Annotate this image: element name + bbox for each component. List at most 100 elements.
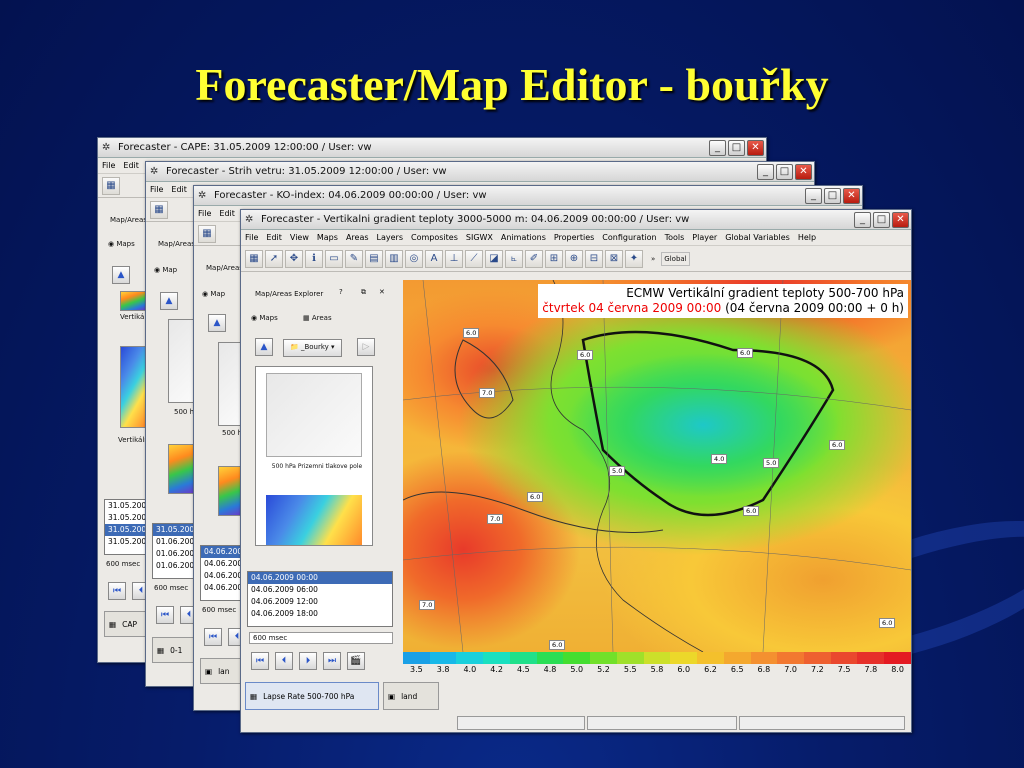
minimize-button[interactable]: _ [854, 212, 871, 228]
map-thumbnail[interactable] [168, 444, 194, 494]
menu-sigwx[interactable]: SIGWX [466, 233, 493, 242]
first-frame-icon[interactable]: ⏮ [204, 628, 222, 646]
tab-maps[interactable]: ◉ Maps [251, 314, 278, 322]
list-item[interactable]: 04.06.2009 12:00 [248, 596, 392, 608]
first-frame-icon[interactable]: ⏮ [156, 606, 174, 624]
tab-maps[interactable]: ◉ Map [202, 290, 225, 298]
list-item[interactable]: 04.06.2009 [201, 558, 245, 570]
status-layer[interactable]: ▣ lan [200, 658, 244, 684]
brush-icon[interactable]: ✐ [525, 249, 543, 268]
map-tool-icon[interactable]: ▦ [245, 249, 263, 268]
list-item[interactable]: 04.06.2009 [201, 582, 245, 594]
up-button[interactable]: ▲ [160, 292, 178, 310]
float-icon[interactable]: ⧉ [361, 288, 366, 297]
menu-maps[interactable]: Maps [317, 233, 338, 242]
map-thumbnail[interactable] [120, 291, 146, 311]
pen-icon[interactable]: ✎ [345, 249, 363, 268]
close-button[interactable]: ✕ [795, 164, 812, 180]
list-item[interactable]: 04.06.2009 [201, 546, 245, 558]
map-tool-icon[interactable]: ▦ [150, 200, 168, 219]
camera-icon[interactable]: 🎬 [347, 652, 365, 670]
map-thumbnail[interactable] [266, 373, 362, 457]
menu-animations[interactable]: Animations [501, 233, 546, 242]
maximize-button[interactable]: □ [728, 140, 745, 156]
compass-icon[interactable]: ✦ [625, 249, 643, 268]
list-item[interactable]: 04.06.2009 18:00 [248, 608, 392, 620]
status-layer-lapse-rate[interactable]: ▦ Lapse Rate 500-700 hPa [245, 682, 379, 710]
menu-layers[interactable]: Layers [377, 233, 403, 242]
menu-view[interactable]: View [290, 233, 309, 242]
up-button[interactable]: ▲ [255, 338, 273, 356]
maximize-button[interactable]: □ [776, 164, 793, 180]
eraser-icon[interactable]: ◪ [485, 249, 503, 268]
list-item[interactable]: 31.05.2009 [105, 536, 149, 548]
graph-icon[interactable]: ⦜ [505, 249, 523, 268]
tab-maps[interactable]: ◉ Maps [108, 240, 135, 248]
window-titlebar[interactable]: ✲ Forecaster - Strih vetru: 31.05.2009 12… [146, 162, 814, 182]
layer-add-icon[interactable]: ⊕ [565, 249, 583, 268]
menu-edit[interactable]: Edit [123, 161, 139, 170]
menu-file[interactable]: File [245, 233, 258, 242]
status-layer[interactable]: ▦ 0-1 [152, 637, 196, 663]
window-titlebar[interactable]: ✲ Forecaster - KO-index: 04.06.2009 00:00… [194, 186, 862, 206]
target-icon[interactable]: ◎ [405, 249, 423, 268]
speed-field[interactable]: 600 msec [106, 560, 140, 568]
select-arrow-icon[interactable]: ➚ [265, 249, 283, 268]
menu-configuration[interactable]: Configuration [602, 233, 656, 242]
menu-areas[interactable]: Areas [346, 233, 369, 242]
text-tool-icon[interactable]: A [425, 249, 443, 268]
list-item[interactable]: 04.06.2009 00:00 [248, 572, 392, 584]
menu-file[interactable]: File [150, 185, 163, 194]
list-item[interactable]: 01.06.2009 [153, 536, 197, 548]
map-thumbnail[interactable] [266, 495, 362, 545]
prev-frame-icon[interactable]: ⏴ [275, 652, 293, 670]
tab-maps[interactable]: ◉ Map [154, 266, 177, 274]
window-titlebar[interactable]: ✲ Forecaster - CAPE: 31.05.2009 12:00:00 … [98, 138, 766, 158]
list-item[interactable]: 01.06.2009 [153, 560, 197, 572]
menu-help[interactable]: Help [798, 233, 816, 242]
map-tool-icon[interactable]: ▦ [102, 176, 120, 195]
status-layer[interactable]: ▦ CAP [104, 611, 148, 637]
menu-properties[interactable]: Properties [554, 233, 594, 242]
chart-icon[interactable]: ▥ [385, 249, 403, 268]
menu-composites[interactable]: Composites [411, 233, 458, 242]
forecast-map[interactable]: ECMW Vertikální gradient teploty 500-700… [403, 280, 911, 652]
layer-export-icon[interactable]: ⊠ [605, 249, 623, 268]
folder-dropdown[interactable]: 📁 _Bourky ▾ [283, 339, 342, 357]
map-thumbnail[interactable] [218, 466, 242, 516]
first-frame-icon[interactable]: ⏮ [108, 582, 126, 600]
forward-button[interactable]: ▷ [357, 338, 375, 356]
menu-edit[interactable]: Edit [219, 209, 235, 218]
maximize-button[interactable]: □ [873, 212, 890, 228]
time-list[interactable]: 31.05.2009 31.05.2009 31.05.2009 31.05.2… [104, 499, 150, 555]
speed-field[interactable]: 600 msec [249, 632, 393, 644]
window-titlebar[interactable]: ✲ Forecaster - Vertikalni gradient teplot… [241, 210, 911, 230]
global-button[interactable]: Global [661, 251, 690, 266]
status-layer-land[interactable]: ▣ land [383, 682, 439, 710]
speed-field[interactable]: 600 msec [154, 584, 188, 592]
close-button[interactable]: ✕ [843, 188, 860, 204]
menu-player[interactable]: Player [692, 233, 717, 242]
up-button[interactable]: ▲ [112, 266, 130, 284]
minimize-button[interactable]: _ [757, 164, 774, 180]
time-list[interactable]: 04.06.2009 00:00 04.06.2009 06:00 04.06.… [247, 571, 393, 627]
map-tool-icon[interactable]: ▦ [198, 224, 216, 243]
profile-icon[interactable]: ⊥ [445, 249, 463, 268]
info-icon[interactable]: ℹ [305, 249, 323, 268]
menu-edit[interactable]: Edit [171, 185, 187, 194]
layer-remove-icon[interactable]: ⊟ [585, 249, 603, 268]
help-icon[interactable]: ? [339, 288, 343, 296]
time-list[interactable]: 31.05.2009 01.06.2009 01.06.2009 01.06.2… [152, 523, 198, 579]
list-item[interactable]: 04.06.2009 [201, 570, 245, 582]
list-item[interactable]: 31.05.2009 [105, 524, 149, 536]
list-item[interactable]: 04.06.2009 06:00 [248, 584, 392, 596]
ruler-icon[interactable]: ▭ [325, 249, 343, 268]
tab-areas[interactable]: ▦ Areas [303, 314, 332, 322]
list-item[interactable]: 31.05.2009 [105, 500, 149, 512]
layer-icon[interactable]: ⊞ [545, 249, 563, 268]
first-frame-icon[interactable]: ⏮ [251, 652, 269, 670]
menu-file[interactable]: File [198, 209, 211, 218]
speed-field[interactable]: 600 msec [202, 606, 236, 614]
map-gallery[interactable]: 500 hPa Prizemni tlakove pole [255, 366, 373, 546]
play-icon[interactable]: ⏵ [299, 652, 317, 670]
